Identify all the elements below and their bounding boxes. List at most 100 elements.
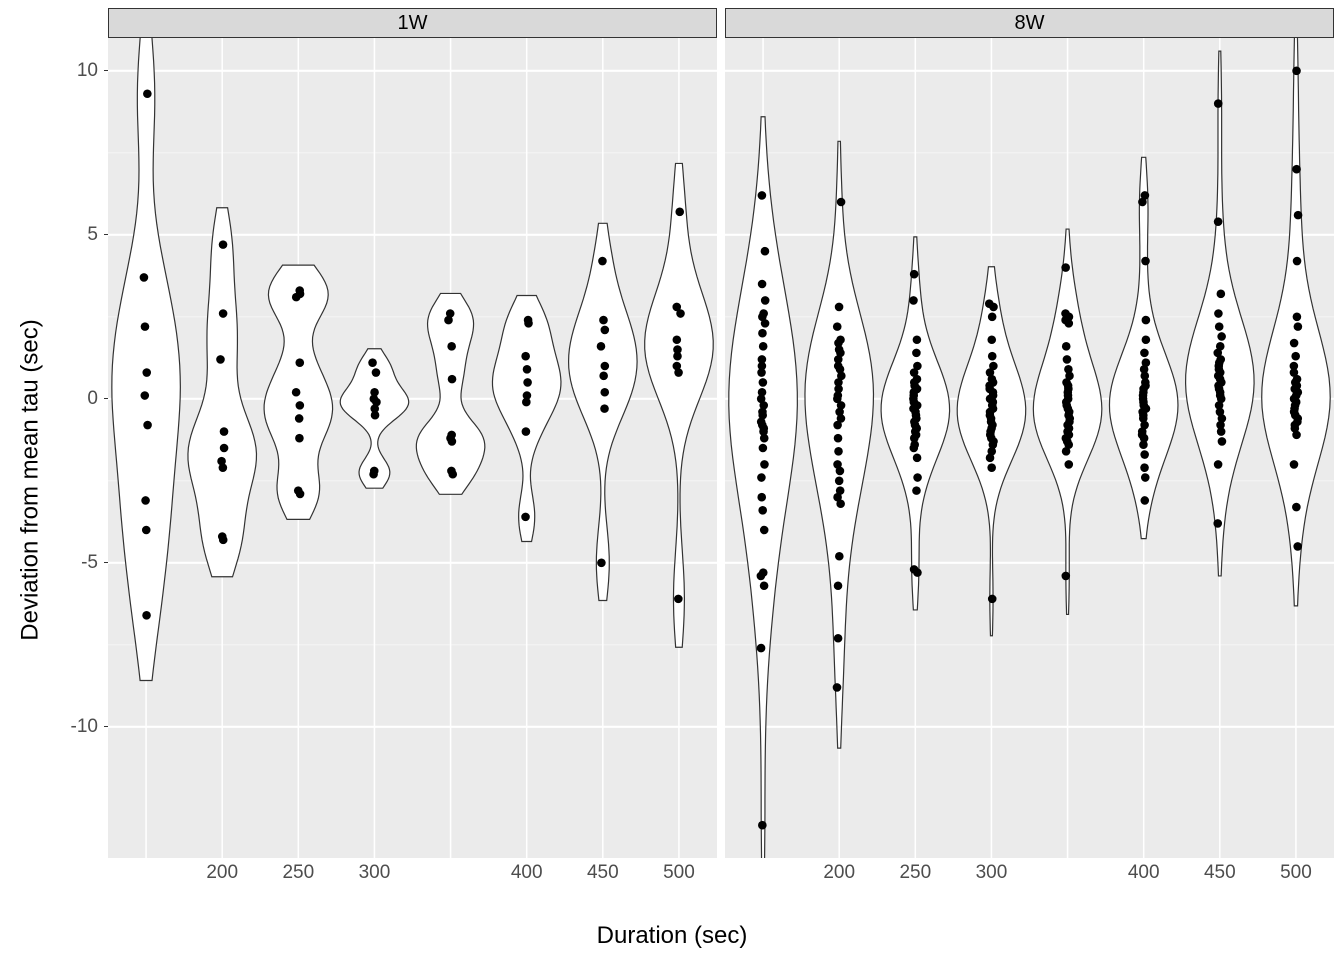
x-tick-label: 250 (899, 862, 931, 884)
data-point (673, 345, 682, 354)
data-point (909, 296, 918, 305)
data-point (1064, 460, 1073, 469)
data-point (1291, 352, 1300, 361)
data-point (833, 460, 842, 469)
data-point (220, 444, 229, 453)
data-point (760, 526, 769, 535)
data-point (523, 391, 532, 400)
data-point (141, 322, 150, 331)
data-point (295, 358, 304, 367)
data-point (219, 240, 228, 249)
data-point (758, 821, 767, 830)
data-point (524, 316, 533, 325)
data-point (140, 273, 149, 282)
y-tick-label: 0 (52, 388, 98, 410)
data-point (1061, 572, 1070, 581)
x-tick-label: 450 (587, 862, 619, 884)
data-point (143, 89, 152, 98)
data-point (218, 532, 227, 541)
y-axis-ticks: -10-50510 (60, 38, 104, 858)
data-point (835, 303, 844, 312)
data-point (216, 355, 225, 364)
x-tick-label: 450 (1204, 862, 1236, 884)
data-point (143, 421, 152, 430)
data-point (1290, 362, 1299, 371)
data-point (372, 368, 381, 377)
data-point (758, 191, 767, 200)
data-point (1217, 290, 1226, 299)
data-point (673, 335, 682, 344)
data-point (910, 565, 919, 574)
data-point (759, 309, 768, 318)
violin (1262, 38, 1331, 606)
data-point (913, 362, 922, 371)
data-point (759, 568, 768, 577)
data-point (523, 378, 532, 387)
violin (729, 117, 798, 858)
data-point (989, 362, 998, 371)
data-point (447, 467, 456, 476)
data-point (913, 335, 922, 344)
x-axis-ticks: 200250300400450500 (725, 858, 1334, 886)
data-point (1215, 322, 1224, 331)
data-point (1140, 450, 1149, 459)
data-point (1140, 463, 1149, 472)
data-point (446, 309, 455, 318)
data-point (836, 335, 845, 344)
data-point (1061, 309, 1070, 318)
violin (645, 163, 714, 647)
data-point (142, 368, 151, 377)
data-point (220, 427, 229, 436)
data-point (1140, 496, 1149, 505)
data-point (370, 388, 379, 397)
data-point (836, 486, 845, 495)
data-point (988, 352, 997, 361)
facet-strip: 1W (108, 8, 717, 38)
data-point (140, 391, 149, 400)
data-point (601, 362, 610, 371)
data-point (1214, 309, 1223, 318)
data-point (988, 313, 997, 322)
x-tick-label: 500 (663, 862, 695, 884)
y-tick-label: -10 (52, 716, 98, 738)
data-point (833, 322, 842, 331)
data-point (910, 270, 919, 279)
data-point (834, 581, 843, 590)
y-axis-title: Deviation from mean tau (sec) (16, 0, 46, 960)
data-point (142, 526, 151, 535)
data-point (447, 342, 456, 351)
data-point (1142, 316, 1151, 325)
data-point (1214, 460, 1223, 469)
data-point (1061, 263, 1070, 272)
x-tick-label: 200 (823, 862, 855, 884)
facet-8W: 8W200250300400450500 (725, 8, 1334, 886)
facet-strip: 8W (725, 8, 1334, 38)
data-point (758, 355, 767, 364)
data-point (1217, 332, 1226, 341)
data-point (834, 447, 843, 456)
data-point (834, 434, 843, 443)
data-point (912, 486, 921, 495)
data-point (600, 404, 609, 413)
data-point (1216, 342, 1225, 351)
data-point (757, 473, 766, 482)
x-tick-label: 500 (1280, 862, 1312, 884)
violin-facet-chart: Deviation from mean tau (sec) -10-50510 … (0, 0, 1344, 960)
plot-panel (108, 38, 717, 858)
data-point (1293, 542, 1302, 551)
y-tick-label: -5 (52, 552, 98, 574)
data-point (761, 296, 770, 305)
x-axis-title: Duration (sec) (0, 922, 1344, 950)
data-point (522, 427, 531, 436)
data-point (833, 683, 842, 692)
data-point (1293, 313, 1302, 322)
data-point (597, 559, 606, 568)
violin (805, 141, 874, 748)
data-point (835, 552, 844, 561)
data-point (1063, 355, 1072, 364)
data-point (985, 299, 994, 308)
data-point (913, 454, 922, 463)
data-point (988, 595, 997, 604)
violin (188, 208, 257, 577)
data-point (1292, 165, 1301, 174)
